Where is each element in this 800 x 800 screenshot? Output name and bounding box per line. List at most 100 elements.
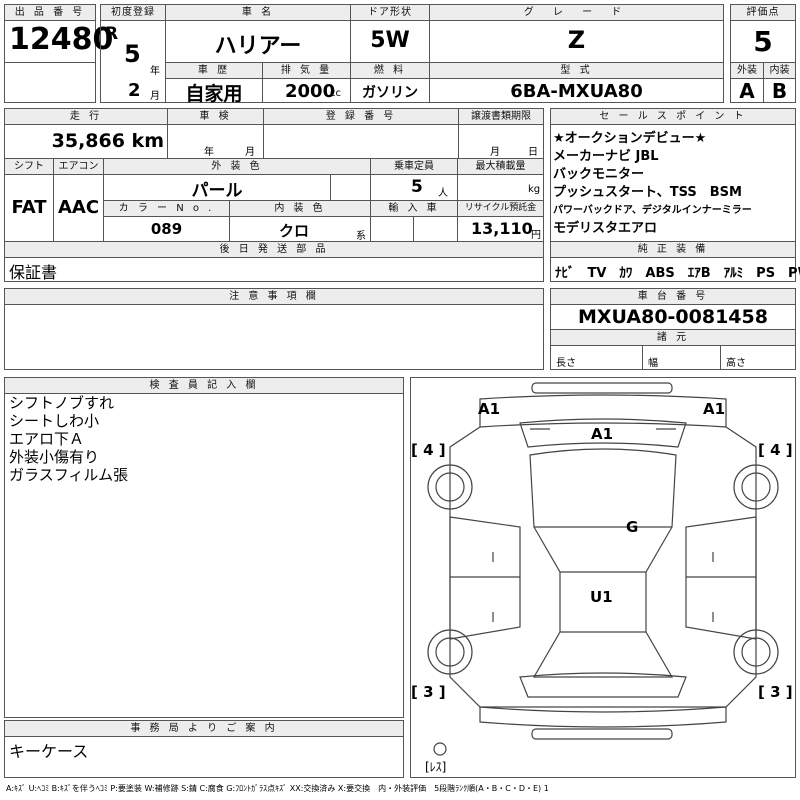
displacement-value: 2000 bbox=[285, 81, 336, 102]
specs-header: 諸 元 bbox=[550, 329, 796, 346]
legend: A:ｷｽﾞ U:ﾍｺﾐ B:ｷｽﾞを伴うﾍｺﾐ P:要塗装 W:補修跡 S:錆 … bbox=[6, 784, 549, 793]
grade: Z bbox=[567, 26, 586, 54]
grade-header: グ レ ー ド bbox=[429, 4, 724, 21]
lot-header: 出 品 番 号 bbox=[4, 4, 96, 21]
inspection-header: 車 検 bbox=[167, 108, 264, 125]
recycle-header: リサイクル預託金 bbox=[457, 200, 544, 217]
later-parts-header: 後 日 発 送 部 品 bbox=[4, 241, 544, 258]
specs-width: 幅 bbox=[648, 358, 658, 369]
import-header: 輸 入 車 bbox=[370, 200, 458, 217]
inspection-year-unit: 年 bbox=[204, 147, 214, 158]
fuel: ガソリン bbox=[362, 85, 418, 101]
sales-point-item: バックモニター bbox=[553, 167, 645, 182]
shift: FAT bbox=[11, 197, 47, 218]
specs-height: 高さ bbox=[726, 358, 746, 369]
year-unit: 年 bbox=[150, 66, 160, 77]
sales-points-header: セ ー ル ス ポ イ ン ト bbox=[550, 108, 796, 125]
notes-box bbox=[4, 304, 544, 370]
color-no-header: カ ラ ー N o . bbox=[103, 200, 230, 217]
spare-tire-label: [ﾚｽ] bbox=[425, 760, 447, 774]
sales-point-item: パワーバックドア、デジタルインナーミラー bbox=[553, 205, 752, 216]
color-no: 089 bbox=[150, 220, 183, 238]
door-type: 5W bbox=[370, 28, 410, 53]
capacity-unit: 人 bbox=[438, 188, 448, 199]
office-header: 事 務 局 よ り ご 案 内 bbox=[4, 720, 404, 737]
exterior-header: 外装 bbox=[730, 62, 764, 79]
damage-u1: U1 bbox=[590, 588, 613, 606]
shift-header: シフト bbox=[4, 158, 54, 175]
inspector-note: エアロ下Ａ bbox=[9, 430, 85, 448]
inspection-month-unit: 月 bbox=[245, 147, 255, 158]
damage-a1-center: A1 bbox=[591, 425, 614, 443]
damage-a1-left: A1 bbox=[478, 400, 501, 418]
reg-month: 2 bbox=[128, 80, 141, 101]
int-color: クロ bbox=[278, 222, 309, 240]
genuine-equipment: ﾅﾋﾞ TV ｶﾜ ABS ｴｱB ｱﾙﾐ PS PW bbox=[555, 266, 800, 281]
lot-number: 12480 bbox=[9, 22, 114, 57]
ext-color-sub bbox=[330, 174, 371, 201]
door-header: ドア形状 bbox=[350, 4, 430, 21]
sales-points-list: ★オークションデビュー★ メーカーナビ JBL バックモニター プッシュスタート… bbox=[553, 130, 752, 238]
int-color-unit: 系 bbox=[356, 231, 366, 242]
tag-3-right: [ 3 ] bbox=[758, 683, 793, 701]
transfer-day-unit: 日 bbox=[528, 147, 538, 158]
import-sub bbox=[370, 216, 414, 242]
transfer-month-unit: 月 bbox=[490, 147, 500, 158]
displacement-header: 排 気 量 bbox=[262, 62, 351, 79]
inspector-note: ガラスフィルム張 bbox=[9, 466, 129, 484]
displacement-unit: cc bbox=[330, 88, 341, 99]
model-code: 6BA-MXUA80 bbox=[510, 81, 643, 102]
recycle-value: 13,110 bbox=[471, 219, 533, 238]
damage-a1-right: A1 bbox=[703, 400, 726, 418]
ext-color: パール bbox=[191, 181, 243, 201]
tag-4-right: [ 4 ] bbox=[758, 441, 793, 459]
first-reg-header: 初度登録 bbox=[100, 4, 166, 21]
lot-blank bbox=[4, 62, 96, 103]
exterior-grade: A bbox=[739, 79, 755, 103]
chassis-header: 車 台 番 号 bbox=[550, 288, 796, 305]
damage-g: G bbox=[626, 518, 639, 536]
model-name: ハリアー bbox=[214, 34, 302, 59]
tag-4-left: [ 4 ] bbox=[411, 441, 446, 459]
interior-header: 内装 bbox=[763, 62, 796, 79]
later-parts: 保証書 bbox=[9, 263, 58, 282]
sales-point-item: プッシュスタート、TSS BSM bbox=[553, 185, 742, 200]
recycle-unit: 円 bbox=[531, 230, 541, 241]
model-header: 車 名 bbox=[165, 4, 351, 21]
chassis-number: MXUA80-0081458 bbox=[578, 306, 768, 328]
fuel-header: 燃 料 bbox=[350, 62, 430, 79]
office-notes: キーケース bbox=[9, 742, 89, 761]
max-load-header: 最大積載量 bbox=[457, 158, 544, 175]
history-header: 車 歴 bbox=[165, 62, 263, 79]
reg-no-box bbox=[263, 124, 459, 159]
inspector-note: シフトノブすれ bbox=[9, 394, 115, 412]
sales-point-item: メーカーナビ JBL bbox=[553, 149, 659, 164]
type-header: 型 式 bbox=[429, 62, 724, 79]
inspector-note: シートしわ小 bbox=[9, 412, 100, 430]
reg-year: 5 bbox=[124, 40, 141, 68]
sales-point-item: ★オークションデビュー★ bbox=[553, 131, 707, 146]
aircon-header: エアコン bbox=[53, 158, 104, 175]
score-header: 評価点 bbox=[730, 4, 796, 21]
max-load-unit: kg bbox=[528, 184, 541, 195]
transfer-header: 譲渡書類期限 bbox=[458, 108, 544, 125]
month-unit: 月 bbox=[150, 91, 160, 102]
history: 自家用 bbox=[185, 83, 243, 105]
later-parts-box bbox=[4, 257, 544, 282]
ext-color-header: 外 装 色 bbox=[103, 158, 371, 175]
int-color-header: 内 装 色 bbox=[229, 200, 371, 217]
tag-3-left: [ 3 ] bbox=[411, 683, 446, 701]
notes-header: 注 意 事 項 欄 bbox=[4, 288, 544, 305]
inspector-notes: シフトノブすれ シートしわ小 エアロ下Ａ 外装小傷有り ガラスフィルム張 bbox=[9, 394, 128, 484]
era: R bbox=[105, 24, 119, 44]
interior-grade: B bbox=[771, 79, 788, 103]
sales-point-item: モデリスタエアロ bbox=[553, 221, 658, 236]
reg-no-header: 登 録 番 号 bbox=[263, 108, 459, 125]
mileage: 35,866 km bbox=[51, 130, 164, 152]
inspector-note: 外装小傷有り bbox=[9, 448, 100, 466]
capacity-value: 5 bbox=[411, 177, 423, 197]
score: 5 bbox=[753, 25, 773, 58]
aircon: AAC bbox=[57, 197, 100, 218]
inspector-header: 検 査 員 記 入 欄 bbox=[4, 377, 404, 394]
genuine-header: 純 正 装 備 bbox=[550, 241, 796, 258]
